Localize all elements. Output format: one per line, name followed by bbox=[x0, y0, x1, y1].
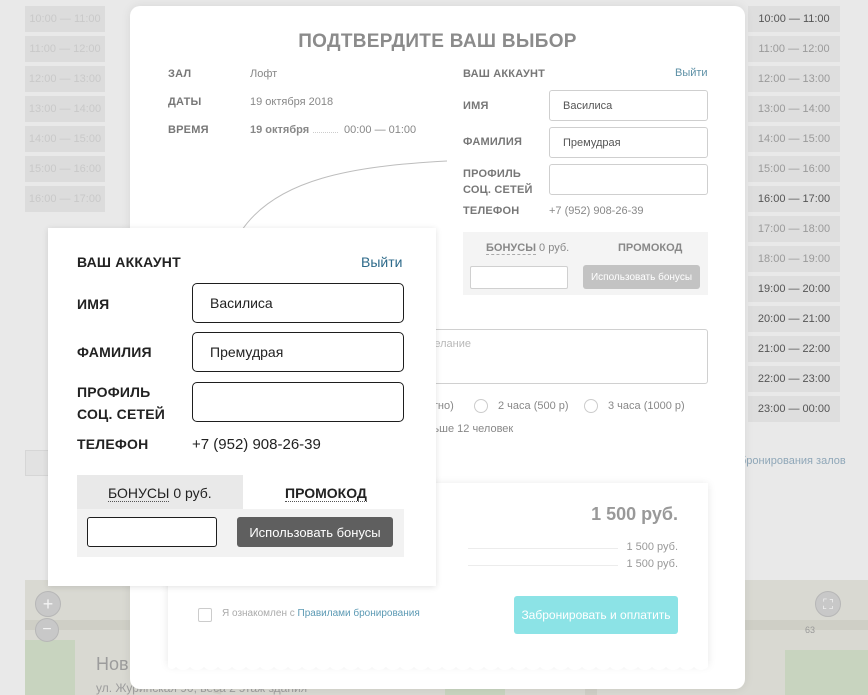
social-label: ПРОФИЛЬ СОЦ. СЕТЕЙ bbox=[463, 168, 533, 196]
agree-text: Я ознакомлен с Правилами бронирования bbox=[222, 608, 420, 619]
social-input[interactable] bbox=[192, 382, 404, 422]
time-slot[interactable]: 19:00 — 20:00 bbox=[748, 276, 840, 302]
dates-value: 19 октября 2018 bbox=[250, 96, 334, 108]
right-time-column: 10:00 — 11:00 11:00 — 12:00 12:00 — 13:0… bbox=[748, 6, 840, 426]
social-input[interactable] bbox=[549, 164, 708, 195]
summary-line-price: 1 500 руб. bbox=[626, 558, 678, 570]
phone-label: ТЕЛЕФОН bbox=[77, 436, 149, 452]
wish-textarea[interactable]: ожелание bbox=[410, 329, 708, 384]
time-slot[interactable]: 10:00 — 11:00 bbox=[25, 6, 105, 32]
map-fullscreen-button[interactable]: ⛶ bbox=[815, 591, 841, 617]
logout-link[interactable]: Выйти bbox=[361, 254, 402, 270]
hall-label: ЗАЛ bbox=[168, 68, 192, 80]
time-date: 19 октября bbox=[250, 124, 310, 136]
time-slot[interactable]: 17:00 — 18:00 bbox=[748, 216, 840, 242]
time-slot[interactable]: 15:00 — 16:00 bbox=[748, 156, 840, 182]
booking-rules-link[interactable]: Правилами бронирования bbox=[298, 608, 420, 619]
account-heading: ВАШ АККАУНТ bbox=[463, 68, 546, 80]
summary-rule bbox=[468, 548, 618, 549]
bonus-tab[interactable]: БОНУСЫ 0 руб. bbox=[486, 242, 569, 255]
modal-title: ПОДТВЕРДИТЕ ВАШ ВЫБОР bbox=[298, 31, 577, 52]
phone-value: +7 (952) 908-26-39 bbox=[549, 205, 644, 217]
bonus-input[interactable] bbox=[470, 266, 568, 289]
map-zoom-in-button[interactable]: + bbox=[35, 591, 61, 617]
agree-checkbox[interactable] bbox=[198, 608, 212, 622]
phone-value: +7 (952) 908-26-39 bbox=[192, 436, 321, 453]
booking-rules-link[interactable]: бронирования залов bbox=[740, 455, 846, 467]
account-heading: ВАШ АККАУНТ bbox=[77, 254, 181, 270]
map-place-title: Нов bbox=[96, 654, 129, 674]
time-slot[interactable]: 11:00 — 12:00 bbox=[25, 36, 105, 62]
time-slot[interactable]: 15:00 — 16:00 bbox=[25, 156, 105, 182]
time-slot[interactable]: 16:00 — 17:00 bbox=[748, 186, 840, 212]
social-label: ПРОФИЛЬ СОЦ. СЕТЕЙ bbox=[77, 384, 166, 422]
time-slot[interactable]: 18:00 — 19:00 bbox=[748, 246, 840, 272]
name-input[interactable]: Василиса bbox=[549, 90, 708, 121]
time-slot[interactable]: 16:00 — 17:00 bbox=[25, 186, 105, 212]
left-time-column: 10:00 — 11:00 11:00 — 12:00 12:00 — 13:0… bbox=[25, 6, 105, 216]
radio-3h[interactable] bbox=[584, 399, 598, 413]
time-slot[interactable]: 10:00 — 11:00 bbox=[748, 6, 840, 32]
name-input[interactable]: Василиса bbox=[192, 283, 404, 323]
receipt-edge bbox=[168, 665, 708, 670]
map-zoom-out-button[interactable]: − bbox=[35, 618, 59, 642]
promo-tab[interactable]: ПРОМОКОД bbox=[618, 242, 682, 254]
name-label: ИМЯ bbox=[463, 100, 489, 112]
time-slot[interactable]: 13:00 — 14:00 bbox=[25, 96, 105, 122]
time-slot[interactable]: 14:00 — 15:00 bbox=[748, 126, 840, 152]
book-and-pay-button[interactable]: Забронировать и оплатить bbox=[514, 596, 678, 634]
use-bonus-button[interactable]: Использовать бонусы bbox=[237, 517, 393, 547]
time-range: 00:00 — 01:00 bbox=[344, 124, 417, 136]
account-zoom-callout: ВАШ АККАУНТ Выйти ИМЯ Василиса ФАМИЛИЯ П… bbox=[48, 228, 436, 586]
time-label: ВРЕМЯ bbox=[168, 124, 209, 136]
surname-label: ФАМИЛИЯ bbox=[77, 344, 152, 360]
hall-value: Лофт bbox=[250, 68, 278, 80]
option-2h-label: 2 часа (500 р) bbox=[498, 400, 569, 412]
bonus-tab[interactable]: БОНУСЫ 0 руб. bbox=[108, 485, 212, 502]
dotted-leader bbox=[313, 132, 338, 133]
surname-input[interactable]: Премудрая bbox=[192, 332, 404, 372]
radio-2h[interactable] bbox=[474, 399, 488, 413]
dates-label: ДАТЫ bbox=[168, 96, 202, 108]
total-price: 1 500 руб. bbox=[591, 504, 678, 524]
time-slot[interactable]: 12:00 — 13:00 bbox=[748, 66, 840, 92]
bonus-input[interactable] bbox=[87, 517, 217, 547]
phone-label: ТЕЛЕФОН bbox=[463, 205, 520, 217]
map-house-number: 63 bbox=[805, 625, 816, 635]
option-3h-label: 3 часа (1000 р) bbox=[608, 400, 685, 412]
promo-tab[interactable]: ПРОМОКОД bbox=[285, 485, 367, 502]
people-note: льше 12 человек bbox=[427, 423, 514, 435]
time-slot[interactable]: 13:00 — 14:00 bbox=[748, 96, 840, 122]
use-bonus-button[interactable]: Использовать бонусы bbox=[583, 265, 700, 289]
logout-link[interactable]: Выйти bbox=[675, 67, 708, 79]
name-label: ИМЯ bbox=[77, 296, 110, 312]
time-slot[interactable]: 20:00 — 21:00 bbox=[748, 306, 840, 332]
surname-label: ФАМИЛИЯ bbox=[463, 136, 523, 148]
zoom-connector-curve bbox=[239, 160, 448, 234]
time-slot[interactable]: 22:00 — 23:00 bbox=[748, 366, 840, 392]
time-slot[interactable]: 14:00 — 15:00 bbox=[25, 126, 105, 152]
surname-input[interactable]: Премудрая bbox=[549, 127, 708, 158]
summary-line-price: 1 500 руб. bbox=[626, 541, 678, 553]
time-slot[interactable]: 23:00 — 00:00 bbox=[748, 396, 840, 422]
time-slot[interactable]: 21:00 — 22:00 bbox=[748, 336, 840, 362]
time-slot[interactable]: 11:00 — 12:00 bbox=[748, 36, 840, 62]
summary-rule bbox=[468, 565, 618, 566]
time-slot[interactable]: 12:00 — 13:00 bbox=[25, 66, 105, 92]
